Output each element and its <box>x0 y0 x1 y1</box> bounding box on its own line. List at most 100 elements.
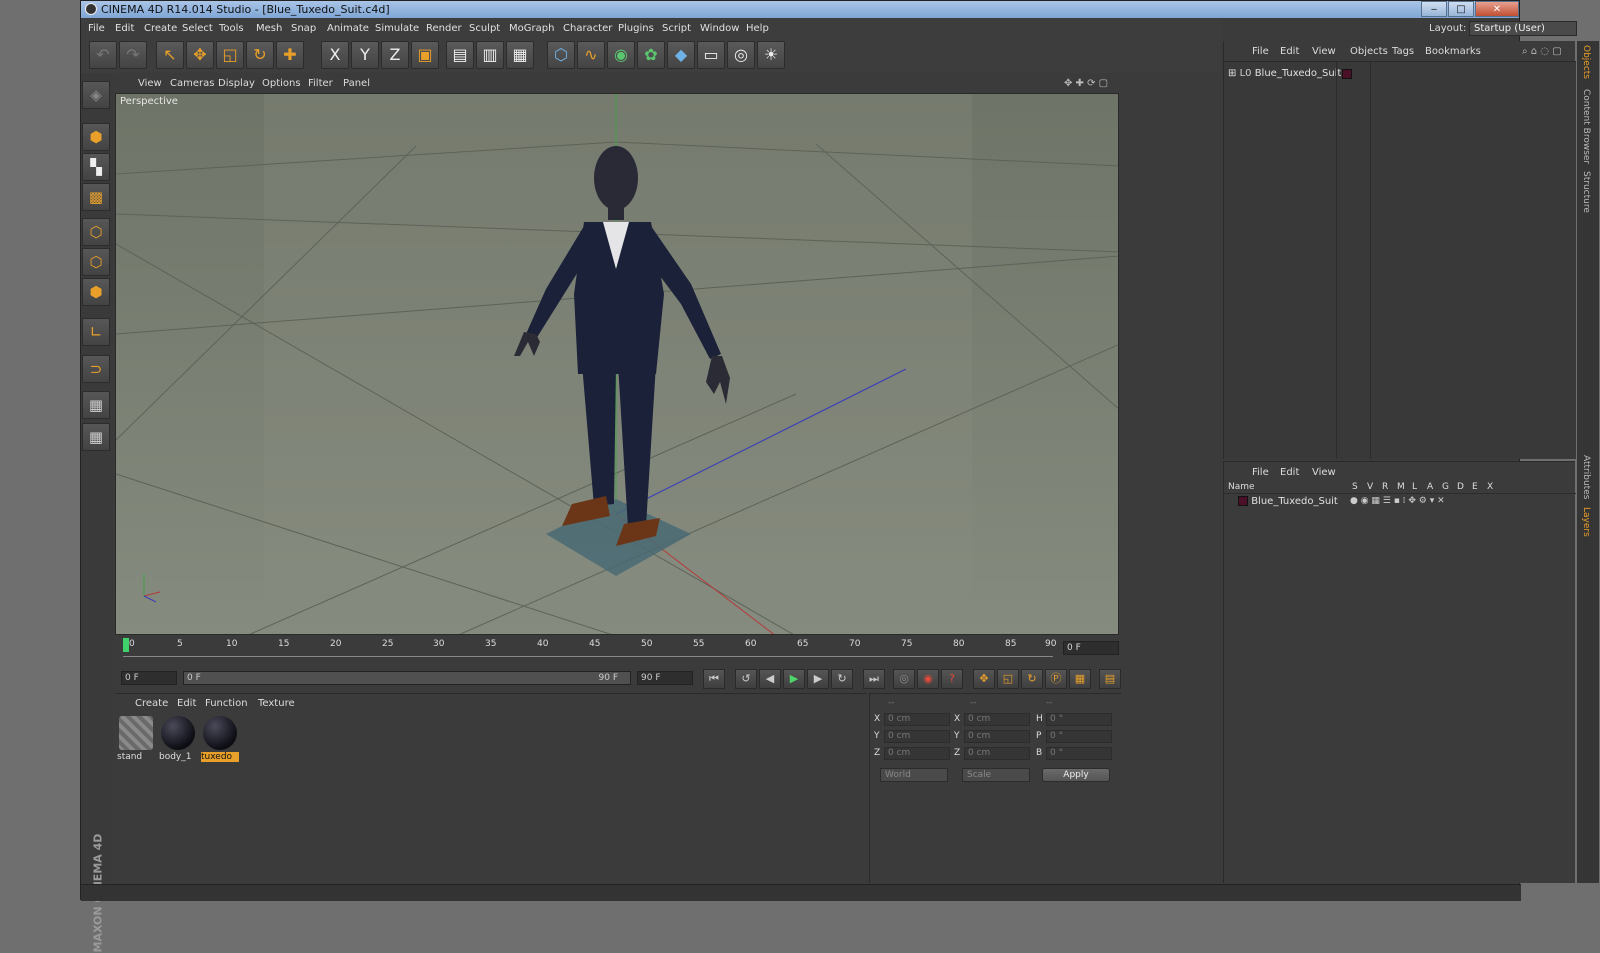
axis-mode-icon[interactable]: ∟ <box>82 318 110 346</box>
viewport-menu-cameras[interactable]: Cameras <box>170 78 214 89</box>
timeline-ruler[interactable]: 0 5 10 15 20 25 30 35 40 45 50 55 60 65 … <box>115 637 1121 665</box>
scene-floor-icon[interactable]: ▭ <box>697 41 725 69</box>
edges-mode-icon[interactable]: ⬡ <box>82 248 110 276</box>
objects-menu-view[interactable]: View <box>1312 46 1336 57</box>
deformer-icon[interactable]: ◆ <box>667 41 695 69</box>
material-menu-function[interactable]: Function <box>205 698 248 709</box>
points-mode-icon[interactable]: ⬡ <box>82 218 110 246</box>
select-arrow-icon[interactable]: ↖ <box>156 41 184 69</box>
objects-menu-objects[interactable]: Objects <box>1350 46 1388 57</box>
layer-color-swatch[interactable] <box>1238 496 1248 506</box>
material-menu-texture[interactable]: Texture <box>258 698 295 709</box>
col-manager[interactable]: M <box>1397 482 1405 492</box>
col-locked[interactable]: L <box>1412 482 1417 492</box>
scale-icon[interactable]: ◱ <box>216 41 244 69</box>
menu-render[interactable]: Render <box>426 23 462 34</box>
layers-menu-edit[interactable]: Edit <box>1280 467 1299 478</box>
menu-file[interactable]: File <box>88 23 105 34</box>
x-axis-icon[interactable]: X <box>321 41 349 69</box>
object-row[interactable]: ⊞ L0 Blue_Tuxedo_Suit <box>1228 68 1352 79</box>
menu-mesh[interactable]: Mesh <box>256 23 282 34</box>
perspective-viewport[interactable]: Perspective <box>115 93 1119 635</box>
rot-b-field[interactable]: 0 ° <box>1046 747 1112 760</box>
key-scale-icon[interactable]: ◱ <box>997 669 1019 689</box>
apply-button[interactable]: Apply <box>1042 768 1110 782</box>
previous-frame-icon[interactable]: ◀ <box>759 669 781 689</box>
col-animation[interactable]: A <box>1427 482 1433 492</box>
model-mode-icon[interactable]: ⬢ <box>82 123 110 151</box>
col-render[interactable]: R <box>1382 482 1388 492</box>
menu-edit[interactable]: Edit <box>115 23 134 34</box>
col-view[interactable]: V <box>1367 482 1373 492</box>
coordinate-system-icon[interactable]: ▣ <box>411 41 439 69</box>
make-editable-icon[interactable]: ◈ <box>82 81 110 109</box>
snap-icon[interactable]: ⊃ <box>82 355 110 383</box>
move-icon[interactable]: ✥ <box>186 41 214 69</box>
rotate-icon[interactable]: ↻ <box>246 41 274 69</box>
redo-icon[interactable]: ↷ <box>119 41 147 69</box>
size-x-field[interactable]: 0 cm <box>964 713 1030 726</box>
record-active-icon[interactable]: ◎ <box>893 669 915 689</box>
key-rotation-icon[interactable]: ↻ <box>1021 669 1043 689</box>
size-mode-dropdown[interactable]: Scale <box>962 768 1030 782</box>
viewport-menu-view[interactable]: View <box>138 78 162 89</box>
go-to-end-icon[interactable]: ⏭ <box>863 669 885 689</box>
render-picture-icon[interactable]: ▥ <box>476 41 504 69</box>
spline-icon[interactable]: ∿ <box>577 41 605 69</box>
material-stand[interactable]: stand <box>117 714 155 764</box>
menu-animate[interactable]: Animate <box>327 23 369 34</box>
menu-mograph[interactable]: MoGraph <box>509 23 554 34</box>
objects-menu-bookmarks[interactable]: Bookmarks <box>1425 46 1481 57</box>
next-key-icon[interactable]: ↻ <box>831 669 853 689</box>
menu-sculpt[interactable]: Sculpt <box>469 23 500 34</box>
go-to-start-icon[interactable]: ⏮ <box>703 669 725 689</box>
viewport-menu-filter[interactable]: Filter <box>308 78 333 89</box>
pos-z-field[interactable]: 0 cm <box>884 747 950 760</box>
tab-objects[interactable]: Objects <box>1581 45 1591 79</box>
material-tuxedo[interactable]: tuxedo <box>201 714 239 764</box>
size-z-field[interactable]: 0 cm <box>964 747 1030 760</box>
menu-select[interactable]: Select <box>182 23 213 34</box>
menu-plugins[interactable]: Plugins <box>618 23 654 34</box>
y-axis-icon[interactable]: Y <box>351 41 379 69</box>
menu-snap[interactable]: Snap <box>291 23 316 34</box>
coordinate-mode-dropdown[interactable]: World <box>880 768 948 782</box>
pos-y-field[interactable]: 0 cm <box>884 730 950 743</box>
viewport-menu-options[interactable]: Options <box>262 78 301 89</box>
material-menu-create[interactable]: Create <box>135 698 168 709</box>
col-solo[interactable]: S <box>1352 482 1358 492</box>
layers-menu-file[interactable]: File <box>1252 467 1269 478</box>
rot-h-field[interactable]: 0 ° <box>1046 713 1112 726</box>
maximize-button[interactable]: □ <box>1448 1 1474 17</box>
minimize-button[interactable]: ‒ <box>1421 1 1447 17</box>
preview-range-slider[interactable]: 0 F 90 F <box>183 671 631 685</box>
layer-row[interactable]: Blue_Tuxedo_Suit ● ◉ ▦ ☰ ▪ ⁞ ✥ ⚙ ▾ ✕ <box>1238 496 1445 507</box>
timeline-window-icon[interactable]: ▤ <box>1099 669 1121 689</box>
expand-icon[interactable]: ⊞ <box>1228 68 1240 79</box>
nurbs-icon[interactable]: ◉ <box>607 41 635 69</box>
pos-x-field[interactable]: 0 cm <box>884 713 950 726</box>
layer-flag-icons[interactable]: ● ◉ ▦ ☰ ▪ ⁞ ✥ ⚙ ▾ ✕ <box>1350 496 1445 506</box>
play-icon[interactable]: ▶ <box>783 669 805 689</box>
layers-menu-view[interactable]: View <box>1312 467 1336 478</box>
col-generators[interactable]: G <box>1442 482 1449 492</box>
layout-dropdown[interactable]: Startup (User) <box>1469 21 1577 36</box>
tab-content-browser[interactable]: Content Browser <box>1581 89 1591 164</box>
objects-search-icon[interactable]: ⌕ ⌂ ◌ ▢ <box>1522 46 1562 57</box>
objects-menu-tags[interactable]: Tags <box>1392 46 1414 57</box>
material-body-1[interactable]: body_1 <box>159 714 197 764</box>
col-expressions[interactable]: E <box>1472 482 1478 492</box>
next-frame-icon[interactable]: ▶ <box>807 669 829 689</box>
key-pla-icon[interactable]: ▦ <box>1069 669 1091 689</box>
rot-p-field[interactable]: 0 ° <box>1046 730 1112 743</box>
tab-attributes[interactable]: Attributes <box>1581 455 1591 499</box>
close-button[interactable]: ✕ <box>1475 1 1519 17</box>
col-xref[interactable]: X <box>1487 482 1493 492</box>
menu-tools[interactable]: Tools <box>219 23 244 34</box>
viewport-menu-panel[interactable]: Panel <box>343 78 370 89</box>
current-frame-field[interactable]: 0 F <box>1063 641 1119 655</box>
render-view-icon[interactable]: ▤ <box>446 41 474 69</box>
render-settings-icon[interactable]: ▦ <box>506 41 534 69</box>
menu-help[interactable]: Help <box>746 23 769 34</box>
workplane-mode-icon[interactable]: ▩ <box>82 183 110 211</box>
